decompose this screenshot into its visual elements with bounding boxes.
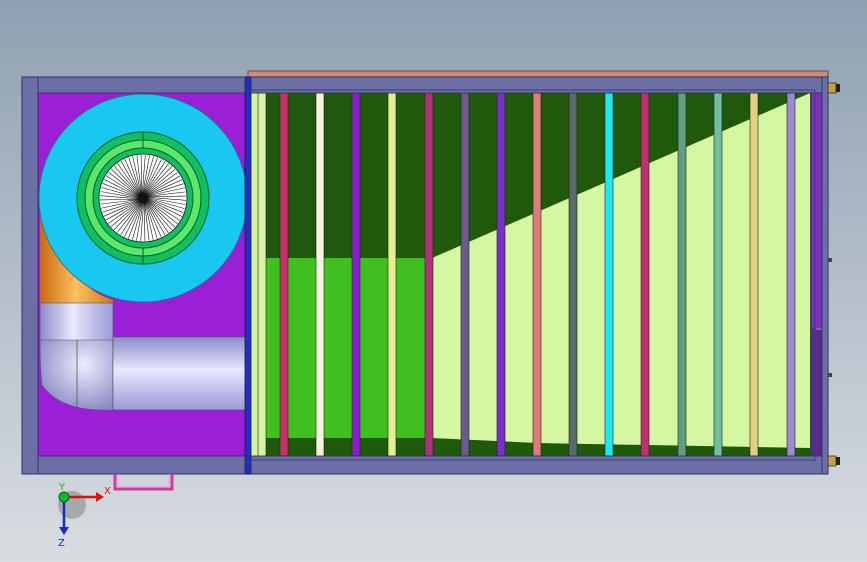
filter-bar [749,92,759,457]
vertical-pipe [39,302,114,344]
filter-bar [786,92,796,457]
filter-bar [257,92,267,457]
filter-bar [713,92,723,457]
top-rail [247,70,829,78]
filter-bar [351,92,361,457]
fan-hub [138,193,148,203]
filter-bar [460,92,470,457]
horizontal-pipe [112,336,249,411]
filter-bar [387,92,397,457]
triad-x-label: X [104,486,111,497]
filter-bar [424,92,434,457]
filter-bar [279,92,289,457]
filter-bar [568,92,578,457]
frame-top-bar [250,76,829,94]
triad-y-axis-dot [58,491,70,503]
triad-z-label: Z [58,538,65,549]
triad-y-label: Y [58,482,66,493]
frame-left-side [21,76,39,475]
model-scene[interactable]: X Y Z [0,0,867,562]
connector-lower [828,373,832,377]
section-divider [244,76,252,475]
right-wall-lower [812,330,822,456]
filter-bar [496,92,506,457]
filter-bar [640,92,650,457]
right-wall [812,93,822,328]
frame-left-top [21,76,246,94]
connector-bottom [827,455,840,467]
connector-top [827,82,840,94]
frame-right-side [821,76,829,475]
filter-bar [315,92,325,457]
cad-viewport[interactable]: X Y Z [0,0,867,562]
filter-bar [604,92,614,457]
filter-bar [532,92,542,457]
connector-middle [828,258,832,262]
filter-bar [677,92,687,457]
frame-left-bottom [21,455,246,475]
frame-bottom-bar [250,455,829,475]
